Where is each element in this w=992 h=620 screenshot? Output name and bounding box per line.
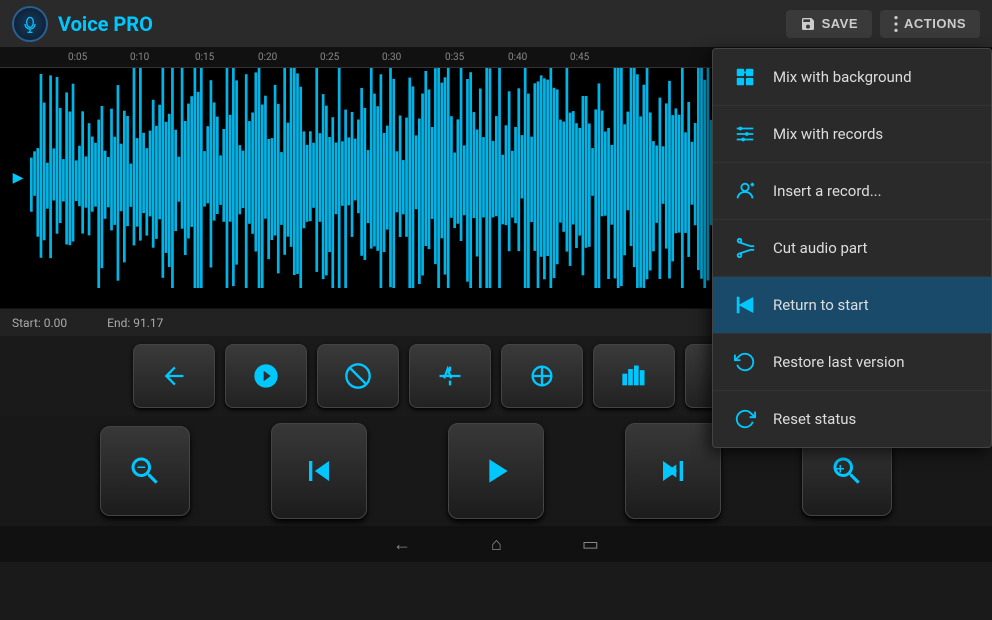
- menu-item-return-start-label: Return to start: [773, 296, 869, 314]
- app-logo: [12, 6, 48, 42]
- time-marker-9: 0:45: [570, 52, 589, 63]
- menu-item-return-start[interactable]: Return to start: [713, 277, 991, 334]
- equalizer-button[interactable]: [593, 344, 675, 408]
- skip-forward-button[interactable]: [625, 423, 721, 519]
- play-indicator: ▶: [8, 68, 28, 288]
- time-marker-2: 0:10: [130, 52, 149, 63]
- time-marker-3: 0:15: [195, 52, 214, 63]
- time-marker-7: 0:35: [445, 52, 464, 63]
- header-actions: SAVE ACTIONS: [786, 10, 980, 38]
- recents-nav-icon[interactable]: ▭: [582, 534, 599, 555]
- restore-last-icon: [731, 348, 759, 376]
- insert-record-icon: [731, 177, 759, 205]
- save-button[interactable]: SAVE: [786, 10, 872, 38]
- time-marker-6: 0:30: [382, 52, 401, 63]
- skip-back-button[interactable]: [271, 423, 367, 519]
- menu-item-cut-audio-label: Cut audio part: [773, 239, 867, 257]
- menu-item-cut-audio[interactable]: Cut audio part: [713, 220, 991, 277]
- cut-audio-icon: [731, 234, 759, 262]
- back-nav-icon[interactable]: ←: [393, 534, 411, 555]
- return-start-icon: [731, 291, 759, 319]
- normalize-button[interactable]: [409, 344, 491, 408]
- actions-dropdown-menu: Mix with background Mix with records Ins…: [712, 48, 992, 448]
- time-marker-4: 0:20: [258, 52, 277, 63]
- time-marker-8: 0:40: [508, 52, 527, 63]
- time-marker-1: 0:05: [68, 52, 87, 63]
- time-marker-5: 0:25: [320, 52, 339, 63]
- reset-status-icon: [731, 405, 759, 433]
- start-label: Start: 0.00: [12, 316, 67, 330]
- mix-background-icon: [731, 63, 759, 91]
- play-button[interactable]: [448, 423, 544, 519]
- menu-item-reset-status-label: Reset status: [773, 410, 856, 428]
- menu-item-mix-records-label: Mix with records: [773, 125, 883, 143]
- menu-item-insert-record[interactable]: Insert a record...: [713, 163, 991, 220]
- balance-button[interactable]: [501, 344, 583, 408]
- system-nav-bar: ← ⌂ ▭: [0, 526, 992, 562]
- actions-button[interactable]: ACTIONS: [880, 10, 980, 38]
- app-title: Voice PRO: [58, 12, 786, 36]
- menu-item-reset-status[interactable]: Reset status: [713, 391, 991, 447]
- undo-button[interactable]: [133, 344, 215, 408]
- menu-item-restore-last[interactable]: Restore last version: [713, 334, 991, 391]
- menu-item-mix-records[interactable]: Mix with records: [713, 106, 991, 163]
- menu-item-mix-background[interactable]: Mix with background: [713, 49, 991, 106]
- menu-item-insert-record-label: Insert a record...: [773, 182, 882, 200]
- menu-item-restore-last-label: Restore last version: [773, 353, 904, 371]
- mix-records-icon: [731, 120, 759, 148]
- end-label: End: 91.17: [107, 316, 163, 330]
- mute-button[interactable]: [317, 344, 399, 408]
- search-zoom-out-button[interactable]: [100, 426, 190, 516]
- menu-item-mix-background-label: Mix with background: [773, 68, 912, 86]
- app-header: Voice PRO SAVE ACTIONS: [0, 0, 992, 48]
- run-effect-button[interactable]: [225, 344, 307, 408]
- home-nav-icon[interactable]: ⌂: [491, 534, 502, 555]
